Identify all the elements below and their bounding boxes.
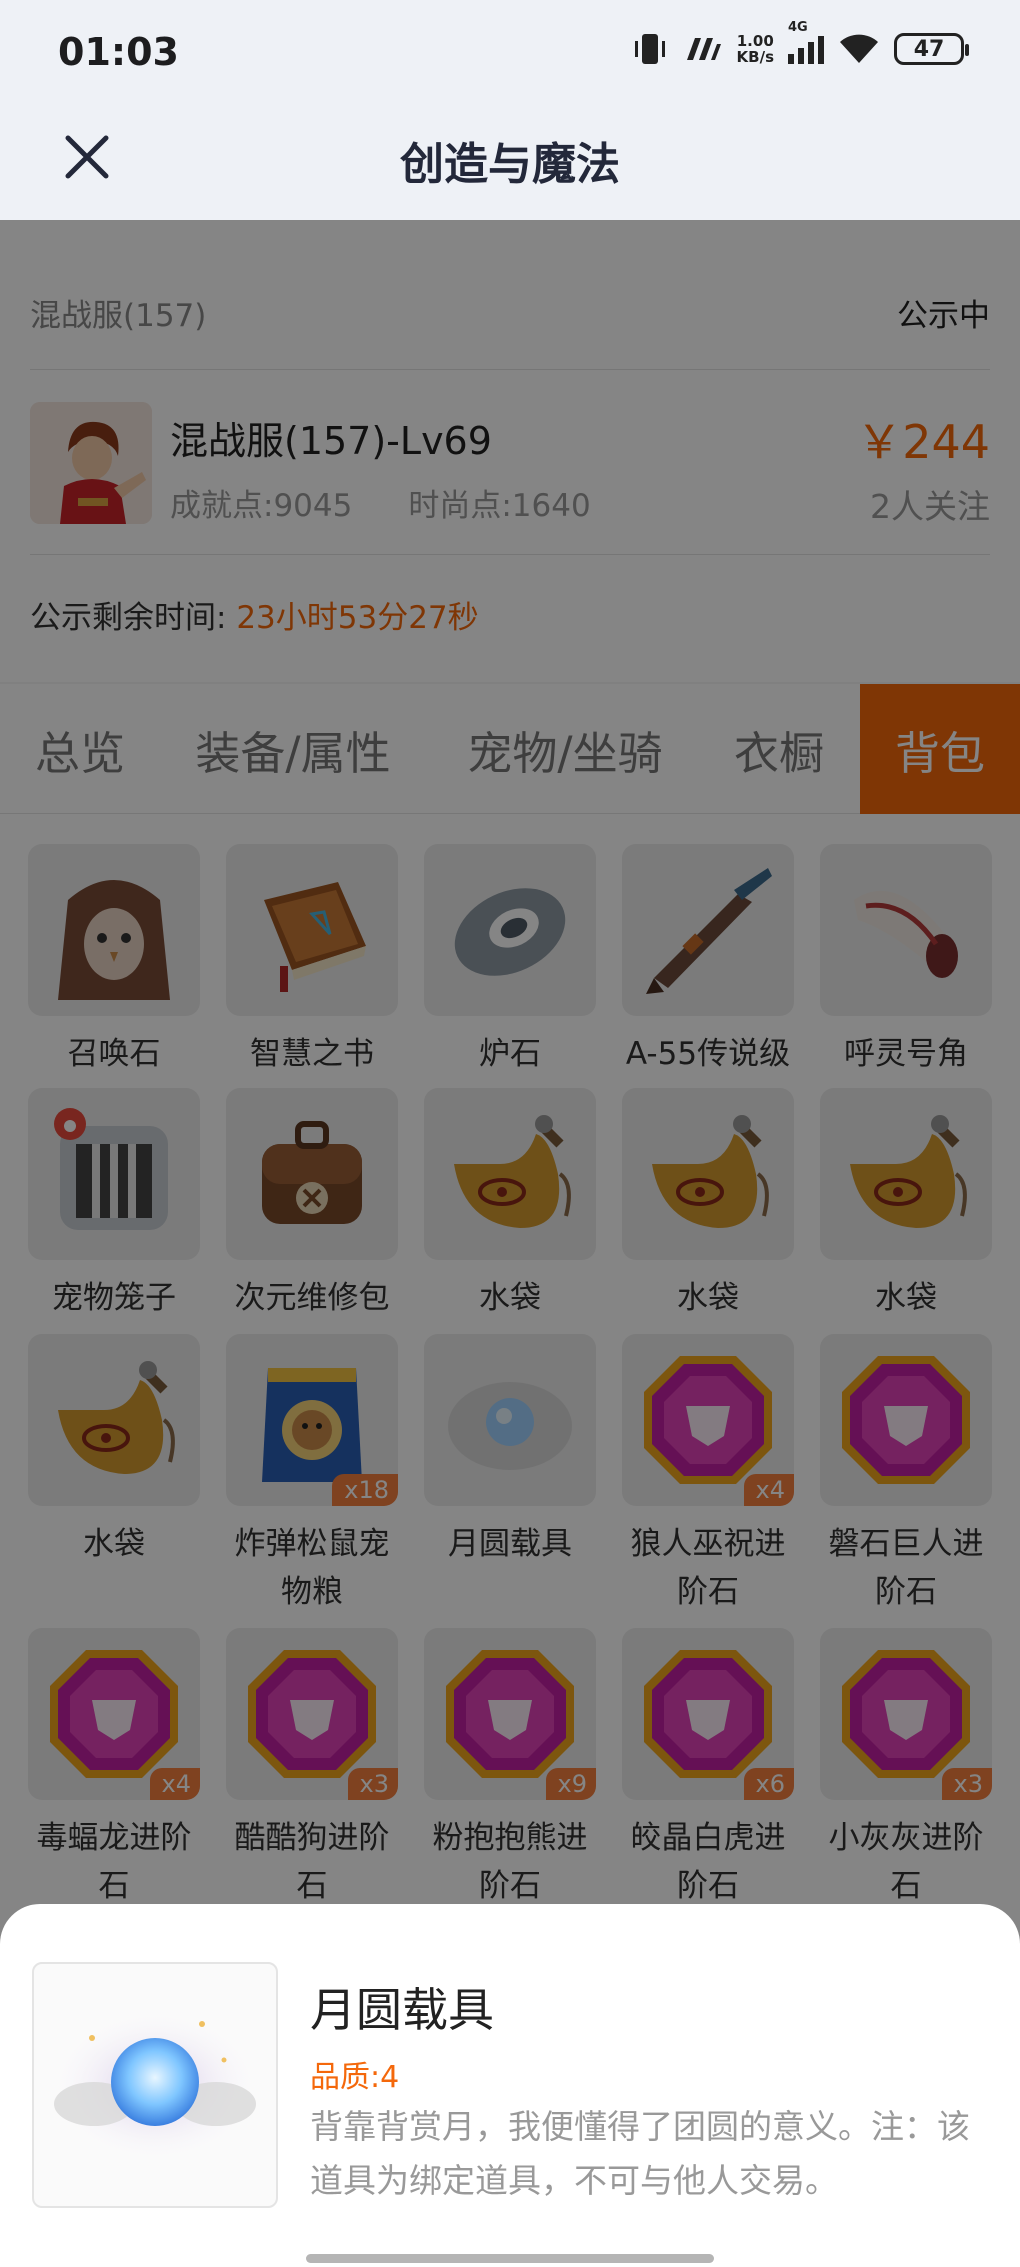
battery-level: 47 [913, 36, 945, 62]
net-speed-value: 1.00 [736, 32, 774, 50]
cell-signal: 4G [788, 20, 824, 64]
network-type: 4G [788, 20, 808, 35]
net-speed-unit: KB/s [736, 48, 774, 66]
detail-quality: 品质:4 [310, 2060, 400, 2095]
signal-bars-icon [788, 34, 824, 64]
detail-description: 背靠背赏月，我便懂得了团圆的意义。注：该道具为绑定道具，不可与他人交易。 [310, 2107, 970, 2200]
page-title: 创造与魔法 [400, 139, 620, 190]
status-icons: 1.00 KB/s 4G 47 [631, 20, 969, 66]
item-detail-sheet: 月圆载具 品质:4 背靠背赏月，我便懂得了团圆的意义。注：该道具为绑定道具，不可… [0, 1904, 1020, 2267]
net-speed: 1.00 KB/s [737, 33, 774, 65]
wifi-icon [840, 34, 878, 63]
detail-item-image [32, 1962, 278, 2208]
nfc-icon [686, 38, 721, 60]
vibrate-icon [634, 34, 665, 64]
nav-bar: 创造与魔法 [0, 110, 1020, 220]
status-bar: 01:03 1.00 KB/s 4G 47 [0, 0, 1020, 110]
moon-orb-icon [45, 2006, 265, 2166]
battery-indicator: 47 [894, 33, 969, 65]
status-time: 01:03 [58, 30, 179, 74]
detail-title: 月圆载具 [310, 1983, 494, 2037]
home-indicator[interactable] [306, 2254, 714, 2263]
